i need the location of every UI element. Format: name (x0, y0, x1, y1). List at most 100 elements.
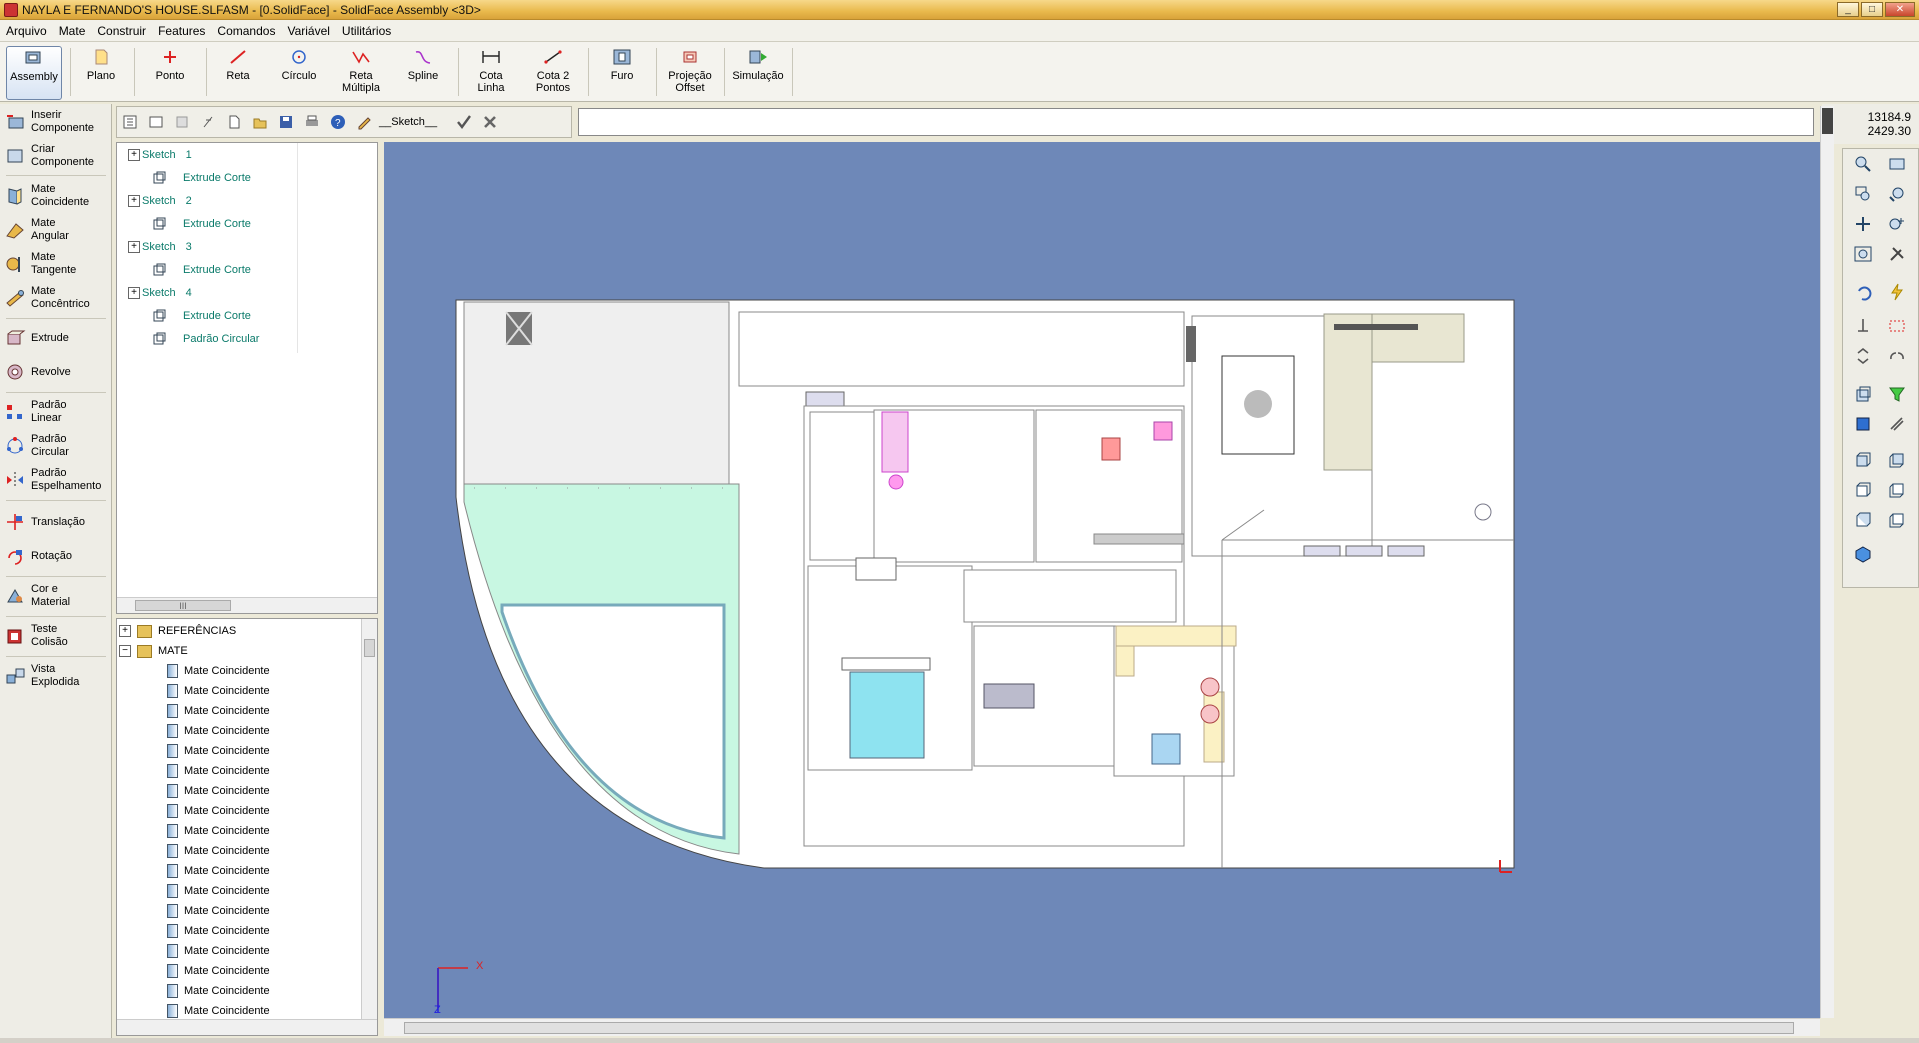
mate-list-item[interactable]: Mate Coincidente (117, 961, 270, 981)
spline-button[interactable]: Spline (398, 46, 448, 100)
mate-list-item[interactable]: Mate Coincidente (117, 861, 270, 881)
viewport-hscroll[interactable] (384, 1018, 1820, 1036)
menu-arquivo[interactable]: Arquivo (0, 24, 53, 38)
expand-toggle[interactable]: + (128, 149, 140, 161)
save-button[interactable] (275, 111, 297, 133)
tree-item-feature[interactable]: Padrão Circular (117, 329, 357, 349)
undo-redo-button[interactable] (1885, 345, 1909, 367)
edit-sketch-button[interactable] (353, 111, 375, 133)
vscroll-thumb[interactable] (1822, 108, 1833, 134)
mate-list-item[interactable]: Mate Coincidente (117, 781, 270, 801)
plano-button[interactable]: Plano (78, 46, 124, 100)
confirm-button[interactable] (453, 111, 475, 133)
tree-item-feature[interactable]: Extrude Corte (117, 306, 357, 326)
mate-list-item[interactable]: Mate Coincidente (117, 981, 270, 1001)
normal-view-button[interactable] (1851, 315, 1875, 337)
zoom-all-button[interactable] (1851, 243, 1875, 265)
tree-item-feature[interactable]: Extrude Corte (117, 260, 357, 280)
mate-list-item[interactable]: Mate Coincidente (117, 681, 270, 701)
tree-node-mate[interactable]: − MATE (117, 641, 188, 661)
mate-list-item[interactable]: Mate Coincidente (117, 821, 270, 841)
mate-list-item[interactable]: Mate Coincidente (117, 1001, 270, 1021)
mate-list-item[interactable]: Mate Coincidente (117, 881, 270, 901)
translacao-button[interactable]: Translação (4, 506, 108, 538)
view-top-button[interactable] (1851, 509, 1875, 531)
mate-list-item[interactable]: Mate Coincidente (117, 921, 270, 941)
view-left-button[interactable] (1851, 479, 1875, 501)
mate-list-item[interactable]: Mate Coincidente (117, 841, 270, 861)
tree-item-sketch[interactable]: + Sketch 4 (117, 283, 357, 303)
zoom-window-button[interactable] (1851, 183, 1875, 205)
print-button[interactable] (301, 111, 323, 133)
formula-button[interactable] (197, 111, 219, 133)
tree-item-feature[interactable]: Extrude Corte (117, 214, 357, 234)
expand-toggle[interactable]: + (119, 625, 131, 637)
reta-button[interactable]: Reta (214, 46, 262, 100)
mate-list-item[interactable]: Mate Coincidente (117, 941, 270, 961)
maximize-button[interactable]: □ (1861, 2, 1883, 17)
zoom-plus-button[interactable] (1885, 213, 1909, 235)
view-iso-button[interactable] (1851, 543, 1875, 565)
furo-button[interactable]: Furo (596, 46, 648, 100)
minimize-button[interactable]: _ (1837, 2, 1859, 17)
list-view-button[interactable] (145, 111, 167, 133)
collapse-toggle[interactable]: − (119, 645, 131, 657)
regenerate-button[interactable] (1885, 281, 1909, 303)
menu-utilitarios[interactable]: Utilitários (336, 24, 397, 38)
feature-tree-hscroll[interactable]: III (117, 597, 377, 613)
vista-explodida-button[interactable]: Vista Explodida (4, 660, 108, 692)
display-mode-button[interactable] (1851, 413, 1875, 435)
cor-material-button[interactable]: Cor e Material (4, 580, 108, 612)
zoom-dynamic-button[interactable] (1885, 183, 1909, 205)
mates-vscroll[interactable] (361, 619, 377, 1019)
mate-list-item[interactable]: Mate Coincidente (117, 741, 270, 761)
command-input[interactable] (578, 108, 1814, 136)
vscroll-thumb[interactable] (364, 639, 375, 657)
menu-comandos[interactable]: Comandos (211, 24, 281, 38)
mate-list-item[interactable]: Mate Coincidente (117, 901, 270, 921)
cad-viewport[interactable]: X Z (384, 142, 1820, 1018)
cota-2-pontos-button[interactable]: Cota 2 Pontos (526, 46, 580, 100)
expand-toggle[interactable]: + (128, 241, 140, 253)
simulacao-button[interactable]: Simulação (730, 46, 786, 100)
projecao-offset-button[interactable]: Projeção Offset (662, 46, 718, 100)
ponto-button[interactable]: Ponto (144, 46, 196, 100)
filter-button[interactable] (1885, 383, 1909, 405)
tools-button[interactable] (1885, 243, 1909, 265)
menu-features[interactable]: Features (152, 24, 211, 38)
rotacao-button[interactable]: Rotação (4, 540, 108, 572)
circulo-button[interactable]: Círculo (274, 46, 324, 100)
mates-hscroll[interactable] (117, 1019, 377, 1035)
expand-toggle[interactable]: + (128, 195, 140, 207)
menu-mate[interactable]: Mate (53, 24, 92, 38)
hscroll-thumb[interactable] (404, 1022, 1794, 1034)
cancel-button[interactable] (479, 111, 501, 133)
menu-construir[interactable]: Construir (91, 24, 152, 38)
mate-list-item[interactable]: Mate Coincidente (117, 721, 270, 741)
table-view-button[interactable] (171, 111, 193, 133)
selection-box-button[interactable] (1885, 315, 1909, 337)
mate-list-item[interactable]: Mate Coincidente (117, 661, 270, 681)
help-button[interactable]: ? (327, 111, 349, 133)
mate-list-item[interactable]: Mate Coincidente (117, 801, 270, 821)
fit-view-button[interactable] (1885, 153, 1909, 175)
pan-button[interactable] (1851, 213, 1875, 235)
mate-angular-button[interactable]: Mate Angular (4, 214, 108, 246)
view-bottom-button[interactable] (1885, 509, 1909, 531)
reta-multipla-button[interactable]: Reta Múltipla (336, 46, 386, 100)
mate-list-item[interactable]: Mate Coincidente (117, 761, 270, 781)
tree-node-referencias[interactable]: + REFERÊNCIAS (117, 621, 236, 641)
undo-button[interactable] (1851, 281, 1875, 303)
padrao-circular-button[interactable]: Padrão Circular (4, 430, 108, 462)
view-back-button[interactable] (1885, 449, 1909, 471)
revolve-button[interactable]: Revolve (4, 356, 108, 388)
mate-coincidente-button[interactable]: Mate Coincidente (4, 180, 108, 212)
section-button[interactable] (1885, 413, 1909, 435)
assembly-button[interactable]: Assembly (6, 46, 62, 100)
view-right-button[interactable] (1885, 479, 1909, 501)
padrao-linear-button[interactable]: Padrão Linear (4, 396, 108, 428)
tree-item-feature[interactable]: Extrude Corte (117, 168, 357, 188)
viewport-vscroll[interactable] (1820, 106, 1834, 1018)
tree-item-sketch[interactable]: + Sketch 3 (117, 237, 357, 257)
view-orientation-button[interactable] (1851, 383, 1875, 405)
